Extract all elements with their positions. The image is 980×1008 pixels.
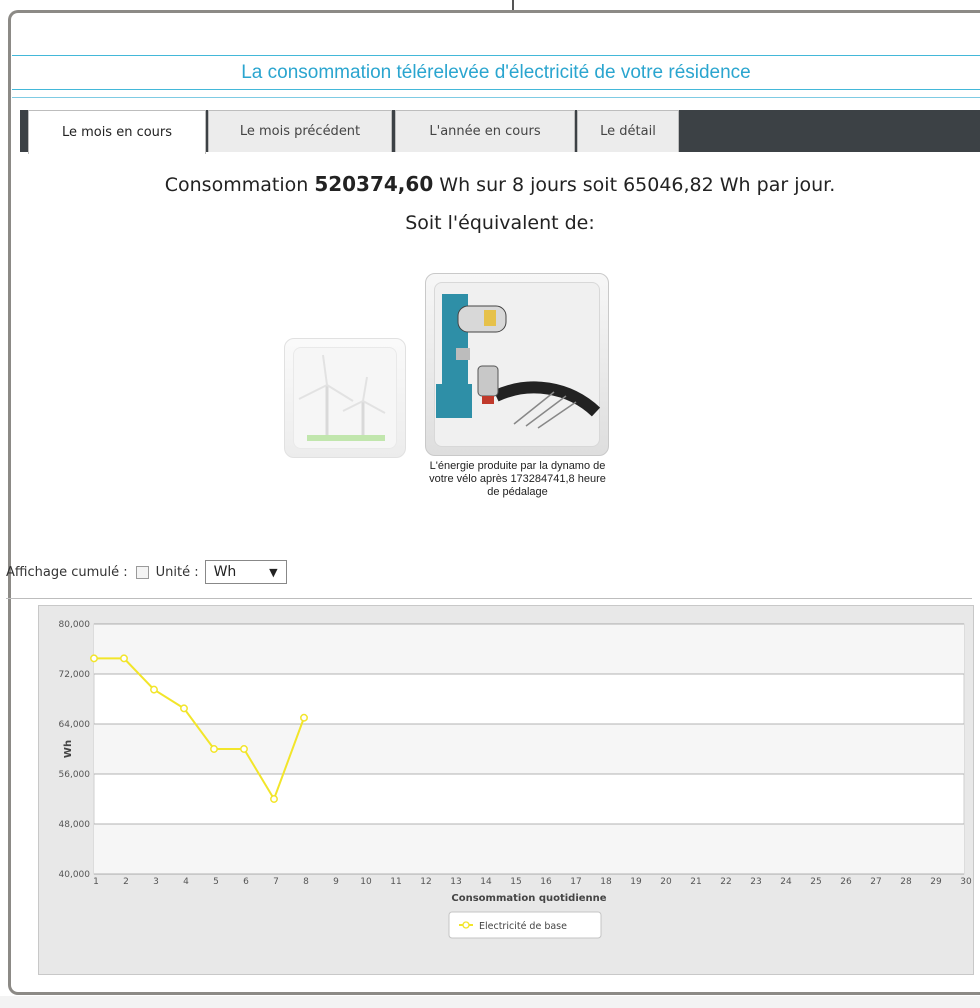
x-tick-label: 9 — [333, 877, 339, 887]
x-tick-label: 17 — [570, 877, 581, 887]
x-tick-label: 26 — [840, 877, 852, 887]
equivalent-heading: Soit l'équivalent de: — [405, 212, 595, 234]
consumption-chart: 40,00048,00056,00064,00072,00080,0001 2 3 4… — [59, 620, 972, 939]
x-tick-label: 13 — [450, 877, 461, 887]
x-tick-label: 1 — [93, 877, 99, 887]
x-tick-label: 30 — [960, 877, 972, 887]
page-title: La consommation télérelevée d'électricit… — [12, 55, 980, 90]
unit-select-value: Wh — [213, 564, 237, 580]
x-tick-label: 8 — [303, 877, 309, 887]
summary-prefix: Consommation — [164, 174, 309, 196]
x-tick-label: 6 — [243, 877, 249, 887]
x-tick-label: 7 — [273, 877, 279, 887]
tab-bar: Le mois en cours Le mois précédent L'ann… — [20, 110, 980, 154]
bicycle-dynamo-card[interactable] — [425, 273, 609, 456]
series-point — [180, 704, 188, 713]
tab-current-month[interactable]: Le mois en cours — [28, 110, 206, 154]
x-tick-label: 10 — [360, 877, 372, 887]
y-tick-label: 48,000 — [59, 820, 91, 830]
x-tick-label: 12 — [420, 877, 431, 887]
x-tick-label: 2 — [123, 877, 129, 887]
wind-turbine-card[interactable] — [284, 338, 406, 458]
y-tick-label: 56,000 — [59, 770, 91, 780]
x-tick-label: 29 — [930, 877, 942, 887]
tab-detail[interactable]: Le détail — [577, 110, 679, 152]
display-controls: Affichage cumulé : Unité : Wh ▼ — [6, 558, 287, 586]
x-tick-label: 27 — [870, 877, 881, 887]
y-tick-label: 80,000 — [59, 620, 91, 630]
legend-marker — [462, 921, 470, 929]
legend-label: Electricité de base — [479, 921, 567, 932]
controls-divider — [6, 598, 972, 599]
unit-label: Unité : — [155, 564, 199, 580]
x-tick-label: 25 — [810, 877, 821, 887]
wind-turbine-icon — [298, 354, 386, 441]
equivalent-caption: L'énergie produite par la dynamo de votr… — [429, 460, 606, 498]
x-tick-label: 23 — [750, 877, 761, 887]
unit-select[interactable]: Wh ▼ — [204, 560, 287, 584]
series-point — [270, 795, 278, 803]
x-tick-label: 20 — [660, 877, 672, 887]
tab-previous-month[interactable]: Le mois précédent — [208, 110, 392, 152]
x-tick-label: 19 — [630, 877, 642, 887]
x-tick-label: 5 — [213, 877, 219, 887]
cumulative-checkbox[interactable] — [135, 565, 149, 579]
grid-band — [94, 624, 964, 674]
series-point — [240, 745, 248, 753]
y-tick-label: 64,000 — [59, 720, 91, 730]
series-point — [150, 685, 158, 694]
y-axis-title: Wh — [63, 740, 74, 758]
series-point — [120, 654, 128, 663]
y-tick-label: 40,000 — [59, 870, 91, 880]
x-tick-label: 24 — [780, 877, 792, 887]
summary-rest: Wh sur 8 jours soit 65046,82 Wh par jour… — [439, 174, 836, 196]
x-tick-label: 16 — [540, 877, 552, 887]
x-tick-label: 11 — [390, 877, 401, 887]
series-point — [90, 654, 98, 663]
title-divider — [12, 97, 980, 98]
x-tick-label: 22 — [720, 877, 731, 887]
grid-band — [94, 824, 964, 874]
bicycle-dynamo-icon — [436, 294, 601, 429]
frame-bottom — [0, 996, 980, 1008]
x-tick-label: 4 — [183, 877, 189, 887]
x-tick-label: 18 — [600, 877, 612, 887]
chart-panel: 40,000 48,000 56,000 64,000 72,000 80,000 1 2 3 4… — [38, 605, 974, 975]
tab-current-year[interactable]: L'année en cours — [395, 110, 575, 152]
series-point — [300, 713, 308, 722]
y-tick-label: 72,000 — [59, 670, 91, 680]
consumption-summary: Consommation 520374,60 Wh sur 8 jours so… — [20, 172, 980, 196]
x-tick-label: 21 — [690, 877, 701, 887]
dropdown-arrow-icon: ▼ — [269, 565, 278, 579]
x-tick-label: 14 — [480, 877, 492, 887]
x-tick-label: 15 — [510, 877, 521, 887]
x-tick-label: 3 — [153, 877, 159, 887]
x-tick-label: 28 — [900, 877, 912, 887]
series-point — [210, 745, 218, 753]
x-axis-title: Consommation quotidienne — [451, 893, 606, 904]
cumulative-label: Affichage cumulé : — [6, 564, 128, 580]
summary-total: 520374,60 — [314, 172, 434, 196]
